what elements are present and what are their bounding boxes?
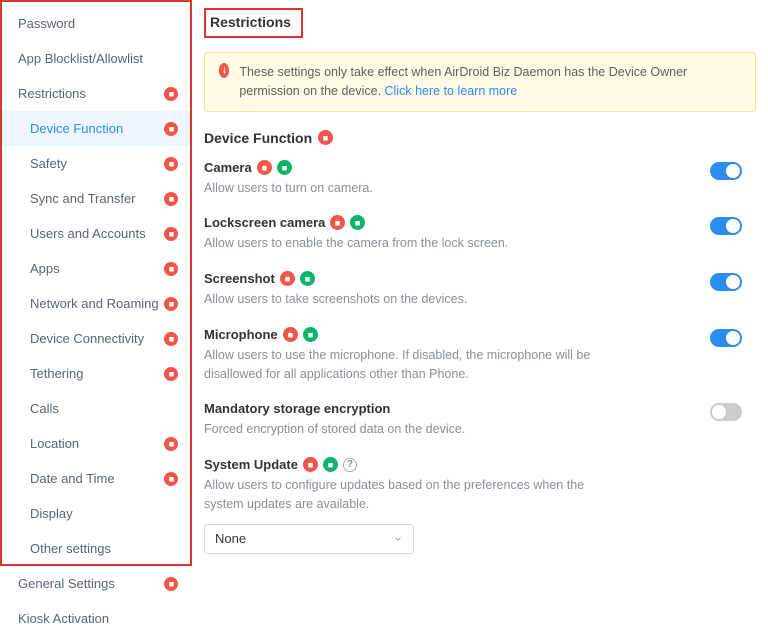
- android-icon: [280, 271, 295, 286]
- sidebar-item-apps[interactable]: Apps: [2, 251, 190, 286]
- sidebar-item-label: Apps: [30, 261, 60, 276]
- sidebar-item-display[interactable]: Display: [2, 496, 190, 531]
- toggle-switch[interactable]: [710, 162, 742, 180]
- toggle-switch[interactable]: [710, 403, 742, 421]
- setting-system-update: System Update? Allow users to configure u…: [204, 457, 768, 554]
- restriction-badge-icon: [164, 437, 178, 451]
- restriction-badge-icon: [164, 227, 178, 241]
- restriction-badge-icon: [164, 157, 178, 171]
- sidebar-item-label: Location: [30, 436, 79, 451]
- setting-mandatory-storage-encryption: Mandatory storage encryption Forced encry…: [204, 401, 768, 439]
- sidebar-item-label: Users and Accounts: [30, 226, 146, 241]
- notice-link[interactable]: Click here to learn more: [385, 84, 518, 98]
- sidebar-item-other-settings[interactable]: Other settings: [2, 531, 190, 566]
- sidebar-item-general-settings[interactable]: General Settings: [2, 566, 190, 601]
- setting-label: System Update?: [204, 457, 688, 472]
- notice-banner: These settings only take effect when Air…: [204, 52, 756, 112]
- setting-label: Microphone: [204, 327, 688, 342]
- sidebar-item-label: Other settings: [30, 541, 111, 556]
- sidebar-item-label: General Settings: [18, 576, 115, 591]
- main-content: Restrictions These settings only take ef…: [192, 0, 768, 570]
- android-icon: [257, 160, 272, 175]
- sidebar-item-device-connectivity[interactable]: Device Connectivity: [2, 321, 190, 356]
- setting-label: Mandatory storage encryption: [204, 401, 688, 416]
- sidebar-item-label: Password: [18, 16, 75, 31]
- setting-camera: Camera Allow users to turn on camera.: [204, 160, 768, 198]
- setting-description: Allow users to take screenshots on the d…: [204, 290, 614, 309]
- sidebar-item-sync-and-transfer[interactable]: Sync and Transfer: [2, 181, 190, 216]
- enterprise-icon: [350, 215, 365, 230]
- enterprise-icon: [277, 160, 292, 175]
- sidebar-item-calls[interactable]: Calls: [2, 391, 190, 426]
- restriction-badge-icon: [164, 87, 178, 101]
- page-title: Restrictions: [204, 8, 303, 38]
- warning-icon: [219, 63, 229, 78]
- android-icon: [283, 327, 298, 342]
- restriction-badge-icon: [164, 297, 178, 311]
- sidebar-item-app-blocklist-allowlist[interactable]: App Blocklist/Allowlist: [2, 41, 190, 76]
- sidebar-item-label: Calls: [30, 401, 59, 416]
- setting-description: Allow users to enable the camera from th…: [204, 234, 614, 253]
- restriction-badge-icon: [164, 192, 178, 206]
- restriction-badge-icon: [164, 332, 178, 346]
- setting-microphone: Microphone Allow users to use the microph…: [204, 327, 768, 384]
- sidebar-item-restrictions[interactable]: Restrictions: [2, 76, 190, 111]
- toggle-switch[interactable]: [710, 217, 742, 235]
- sidebar-item-users-and-accounts[interactable]: Users and Accounts: [2, 216, 190, 251]
- restriction-badge-icon: [164, 577, 178, 591]
- sidebar-item-label: Sync and Transfer: [30, 191, 136, 206]
- enterprise-icon: [300, 271, 315, 286]
- help-icon[interactable]: ?: [343, 458, 357, 472]
- enterprise-icon: [323, 457, 338, 472]
- android-icon: [330, 215, 345, 230]
- toggle-switch[interactable]: [710, 329, 742, 347]
- setting-label: Screenshot: [204, 271, 688, 286]
- sidebar-item-label: App Blocklist/Allowlist: [18, 51, 143, 66]
- sidebar-item-label: Date and Time: [30, 471, 115, 486]
- enterprise-icon: [303, 327, 318, 342]
- sidebar-item-tethering[interactable]: Tethering: [2, 356, 190, 391]
- sidebar-item-location[interactable]: Location: [2, 426, 190, 461]
- sidebar-item-label: Network and Roaming: [30, 296, 159, 311]
- setting-description: Allow users to turn on camera.: [204, 179, 614, 198]
- section-heading: Device Function: [204, 130, 768, 146]
- setting-description: Allow users to use the microphone. If di…: [204, 346, 614, 384]
- sidebar-item-kiosk-activation[interactable]: Kiosk Activation: [2, 601, 190, 636]
- setting-screenshot: Screenshot Allow users to take screenshot…: [204, 271, 768, 309]
- sidebar-item-label: Device Connectivity: [30, 331, 144, 346]
- restriction-badge-icon: [164, 122, 178, 136]
- sidebar-item-network-and-roaming[interactable]: Network and Roaming: [2, 286, 190, 321]
- setting-label: Lockscreen camera: [204, 215, 688, 230]
- sidebar-item-password[interactable]: Password: [2, 6, 190, 41]
- restriction-badge-icon: [164, 262, 178, 276]
- sidebar-item-safety[interactable]: Safety: [2, 146, 190, 181]
- section-heading-label: Device Function: [204, 130, 312, 146]
- sidebar-item-device-function[interactable]: Device Function: [2, 111, 190, 146]
- android-icon: [318, 130, 333, 145]
- sidebar-item-label: Display: [30, 506, 73, 521]
- system-update-select[interactable]: None: [204, 524, 414, 554]
- android-icon: [303, 457, 318, 472]
- sidebar-item-label: Safety: [30, 156, 67, 171]
- sidebar: Password App Blocklist/Allowlist Restricti…: [0, 0, 192, 566]
- sidebar-item-label: Restrictions: [18, 86, 86, 101]
- sidebar-item-label: Tethering: [30, 366, 83, 381]
- setting-lockscreen-camera: Lockscreen camera Allow users to enable t…: [204, 215, 768, 253]
- setting-description: Forced encryption of stored data on the …: [204, 420, 614, 439]
- setting-label: Camera: [204, 160, 688, 175]
- sidebar-item-label: Kiosk Activation: [18, 611, 109, 626]
- sidebar-item-date-and-time[interactable]: Date and Time: [2, 461, 190, 496]
- restriction-badge-icon: [164, 472, 178, 486]
- setting-description: Allow users to configure updates based o…: [204, 476, 614, 514]
- restriction-badge-icon: [164, 367, 178, 381]
- toggle-switch[interactable]: [710, 273, 742, 291]
- sidebar-item-label: Device Function: [30, 121, 123, 136]
